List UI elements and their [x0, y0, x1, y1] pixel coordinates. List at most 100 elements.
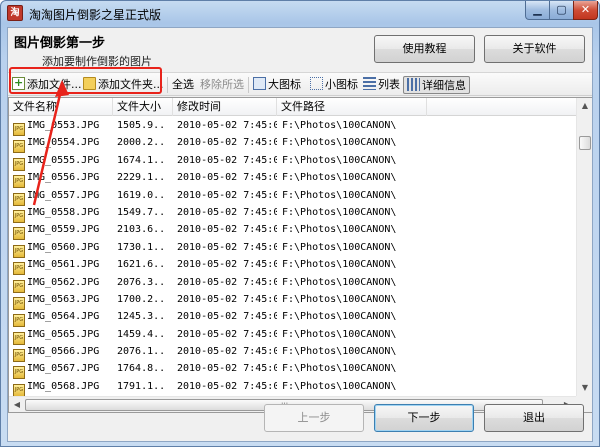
file-name-cell: JPG IMG_0556.JPG — [13, 169, 113, 189]
file-name-cell: JPG IMG_0561.JPG — [13, 256, 113, 276]
file-name-cell: JPG IMG_0558.JPG — [13, 204, 113, 223]
file-path-cell-text: F:\Photos\100CANON\ — [282, 380, 397, 392]
prev-step-button[interactable]: 上一步 — [264, 404, 364, 432]
modified-time-cell: 2010-05-02 7:45:07 — [177, 291, 277, 308]
table-row[interactable]: JPG IMG_0553.JPG 1505.9... 2010-05-02 7:45:… — [9, 117, 576, 136]
table-row[interactable]: JPG IMG_0561.JPG 1621.6... 2010-05-02 7:45:… — [9, 256, 576, 276]
file-size-cell: 1700.2... — [117, 291, 167, 308]
select-all-button[interactable]: 全选 — [172, 76, 194, 94]
table-row[interactable]: JPG IMG_0557.JPG 1619.0... 2010-05-02 7:45:… — [9, 187, 576, 206]
table-row[interactable]: JPG IMG_0554.JPG 2000.2... 2010-05-02 7:45:… — [9, 134, 576, 154]
modified-time-cell: 2010-05-02 7:45:07 — [177, 239, 277, 256]
file-size-cell: 1764.8... — [117, 360, 167, 377]
file-list[interactable]: 文件名称 文件大小 修改时间 文件路径 JPG IMG_0553.JPG 1505.… — [8, 97, 592, 413]
scroll-down-icon[interactable]: ▼ — [577, 380, 593, 396]
file-size-cell: 2076.3... — [117, 274, 167, 291]
table-row[interactable]: JPG IMG_0562.JPG 2076.3... 2010-05-02 7:45:… — [9, 274, 576, 293]
file-name-cell-text: IMG_0558.JPG — [27, 206, 100, 218]
tutorial-button[interactable]: 使用教程 — [374, 35, 475, 63]
table-row[interactable]: JPG IMG_0565.JPG 1459.4... 2010-05-02 7:45:… — [9, 326, 576, 345]
details-view-button[interactable]: 详细信息 — [403, 76, 470, 94]
remove-selected-button[interactable]: 移除所选 — [200, 76, 244, 94]
modified-time-cell: 2010-05-02 7:45:08 — [177, 343, 277, 360]
modified-time-cell-text: 2010-05-02 7:45:06 — [177, 172, 277, 184]
modified-time-cell-text: 2010-05-02 7:45:07 — [177, 293, 277, 305]
file-size-cell-text: 2103.6... — [117, 224, 167, 236]
file-size-cell-text: 1700.2... — [117, 293, 167, 305]
file-name-cell: JPG IMG_0559.JPG — [13, 221, 113, 241]
file-path-cell-text: F:\Photos\100CANON\ — [282, 293, 397, 305]
scroll-up-icon[interactable]: ▲ — [577, 98, 593, 114]
large-icons-button[interactable]: 大图标 — [253, 76, 301, 94]
file-name-cell: JPG IMG_0563.JPG — [13, 291, 113, 310]
file-path-cell-text: F:\Photos\100CANON\ — [282, 137, 397, 149]
next-step-button[interactable]: 下一步 — [374, 404, 474, 432]
file-name-cell-text: IMG_0559.JPG — [27, 224, 100, 236]
file-path-cell-text: F:\Photos\100CANON\ — [282, 189, 397, 201]
file-size-cell: 1674.1... — [117, 152, 167, 169]
file-size-cell-text: 1549.7... — [117, 206, 167, 218]
modified-time-cell-text: 2010-05-02 7:45:08 — [177, 328, 277, 340]
table-row[interactable]: JPG IMG_0567.JPG 1764.8... 2010-05-02 7:45:… — [9, 360, 576, 380]
file-size-cell: 1730.1... — [117, 239, 167, 256]
exit-button[interactable]: 退出 — [484, 404, 584, 432]
column-header-size[interactable]: 文件大小 — [113, 98, 173, 116]
column-header-path[interactable]: 文件路径 — [277, 98, 427, 116]
file-path-cell-text: F:\Photos\100CANON\ — [282, 224, 397, 236]
file-name-cell-text: IMG_0565.JPG — [27, 328, 100, 340]
file-path-cell-text: F:\Photos\100CANON\ — [282, 154, 397, 166]
close-button[interactable]: ✕ — [573, 1, 598, 20]
table-row[interactable]: JPG IMG_0563.JPG 1700.2... 2010-05-02 7:45:… — [9, 291, 576, 310]
table-row[interactable]: JPG IMG_0566.JPG 2076.1... 2010-05-02 7:45:… — [9, 343, 576, 363]
table-row[interactable]: JPG IMG_0556.JPG 2229.1... 2010-05-02 7:45:… — [9, 169, 576, 189]
table-row[interactable]: JPG IMG_0568.JPG 1791.1... 2010-05-02 7:45:… — [9, 378, 576, 396]
file-size-cell-text: 2229.1... — [117, 172, 167, 184]
title-bar[interactable]: 淘 淘淘图片倒影之星正式版 ▁ ▢ ✕ — [1, 1, 599, 27]
vertical-scrollbar[interactable]: ▲ ▼ — [576, 98, 592, 396]
small-icons-label: 小图标 — [325, 78, 358, 91]
file-name-cell-text: IMG_0557.JPG — [27, 189, 100, 201]
about-button[interactable]: 关于软件 — [484, 35, 585, 63]
file-name-cell: JPG IMG_0553.JPG — [13, 117, 113, 136]
modified-time-cell: 2010-05-02 7:45:06 — [177, 152, 277, 169]
file-name-cell-text: IMG_0555.JPG — [27, 154, 100, 166]
table-row[interactable]: JPG IMG_0558.JPG 1549.7... 2010-05-02 7:45:… — [9, 204, 576, 223]
vertical-scroll-thumb[interactable] — [579, 136, 591, 150]
table-row[interactable]: JPG IMG_0564.JPG 1245.3... 2010-05-02 7:45:… — [9, 308, 576, 328]
column-header: 文件名称 文件大小 修改时间 文件路径 — [9, 98, 576, 116]
file-path-cell: F:\Photos\100CANON\ — [282, 204, 422, 221]
file-name-cell-text: IMG_0564.JPG — [27, 311, 100, 323]
file-name-cell: JPG IMG_0554.JPG — [13, 134, 113, 154]
jpg-file-icon: JPG — [13, 383, 25, 396]
file-path-cell: F:\Photos\100CANON\ — [282, 343, 422, 360]
file-name-cell: JPG IMG_0564.JPG — [13, 308, 113, 328]
list-view-button[interactable]: 列表 — [363, 76, 400, 94]
list-view-label: 列表 — [378, 78, 400, 91]
column-header-name[interactable]: 文件名称 — [9, 98, 113, 116]
modified-time-cell: 2010-05-02 7:45:05 — [177, 134, 277, 151]
toolbar-separator — [248, 77, 249, 93]
column-header-time[interactable]: 修改时间 — [173, 98, 277, 116]
file-path-cell: F:\Photos\100CANON\ — [282, 239, 422, 256]
file-path-cell: F:\Photos\100CANON\ — [282, 256, 422, 273]
minimize-button[interactable]: ▁ — [525, 1, 550, 20]
file-size-cell: 2000.2... — [117, 134, 167, 151]
scroll-left-icon[interactable]: ◀ — [9, 397, 25, 413]
table-row[interactable]: JPG IMG_0555.JPG 1674.1... 2010-05-02 7:45:… — [9, 152, 576, 171]
file-path-cell-text: F:\Photos\100CANON\ — [282, 172, 397, 184]
file-name-cell-text: IMG_0566.JPG — [27, 346, 100, 358]
file-size-cell-text: 1730.1... — [117, 241, 167, 253]
file-name-cell: JPG IMG_0560.JPG — [13, 239, 113, 258]
maximize-button[interactable]: ▢ — [549, 1, 574, 20]
file-path-cell: F:\Photos\100CANON\ — [282, 291, 422, 308]
file-path-cell: F:\Photos\100CANON\ — [282, 326, 422, 343]
window-title: 淘淘图片倒影之星正式版 — [29, 8, 162, 22]
modified-time-cell-text: 2010-05-02 7:45:08 — [177, 380, 277, 392]
small-icons-button[interactable]: 小图标 — [310, 76, 358, 94]
table-row[interactable]: JPG IMG_0560.JPG 1730.1... 2010-05-02 7:45:… — [9, 239, 576, 258]
table-row[interactable]: JPG IMG_0559.JPG 2103.6... 2010-05-02 7:45:… — [9, 221, 576, 241]
file-size-cell: 2103.6... — [117, 221, 167, 238]
modified-time-cell: 2010-05-02 7:45:07 — [177, 221, 277, 238]
file-size-cell-text: 1619.0... — [117, 189, 167, 201]
list-view-icon — [363, 77, 376, 90]
